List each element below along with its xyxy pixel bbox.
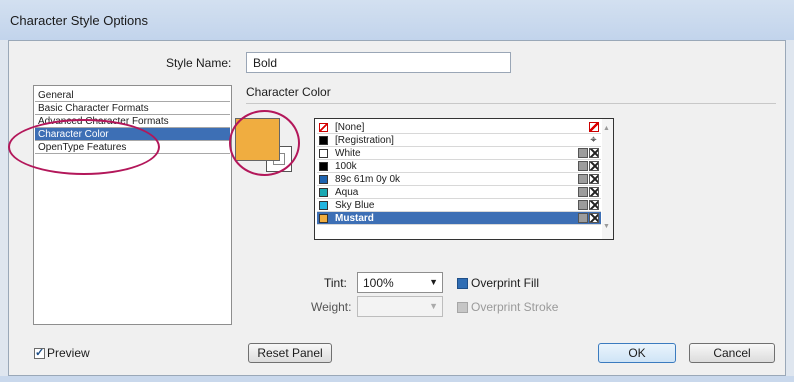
registration-swatch-chip	[319, 136, 328, 145]
highlight-circle-swatch	[229, 110, 300, 176]
none-swatch-icon	[589, 122, 599, 132]
overprint-fill-label: Overprint Fill	[471, 276, 540, 290]
color-mode-icon	[578, 148, 588, 158]
swatch-list-scrollbar[interactable]: ▲ ▼	[602, 119, 613, 239]
sky-blue-swatch-chip	[319, 201, 328, 210]
preview-checkbox[interactable]: ✓	[34, 348, 45, 359]
color-mode-icon	[578, 174, 588, 184]
chevron-down-icon: ▼	[429, 277, 438, 287]
style-name-input[interactable]: Bold	[246, 52, 511, 73]
color-mode-icon	[578, 200, 588, 210]
swatch-name: 100k	[335, 161, 357, 172]
process-color-icon	[589, 148, 599, 158]
overprint-stroke-label: Overprint Stroke	[471, 300, 559, 314]
tint-value: 100%	[363, 276, 394, 290]
window-title: Character Style Options	[10, 13, 149, 28]
process-color-icon	[589, 213, 599, 223]
scroll-down-icon[interactable]: ▼	[603, 223, 610, 230]
process-color-icon	[589, 174, 599, 184]
process-color-icon	[589, 161, 599, 171]
swatch-name: Aqua	[335, 187, 359, 198]
color-mode-icon	[578, 161, 588, 171]
section-item-general[interactable]: General	[35, 89, 230, 102]
swatch-row-none[interactable]: [None]	[317, 121, 601, 134]
cancel-button[interactable]: Cancel	[689, 343, 775, 363]
aqua-swatch-chip	[319, 188, 328, 197]
window-frame-bottom	[0, 376, 794, 382]
panel-title: Character Color	[246, 85, 331, 99]
swatch-row-89c-61m[interactable]: 89c 61m 0y 0k	[317, 173, 601, 186]
scroll-up-icon[interactable]: ▲	[603, 125, 610, 132]
tint-label: Tint:	[324, 276, 347, 290]
weight-label: Weight:	[311, 300, 352, 314]
swatch-row-mustard[interactable]: Mustard	[317, 212, 601, 225]
color-mode-icon	[578, 187, 588, 197]
preview-label: Preview	[47, 346, 90, 360]
swatch-row-white[interactable]: White	[317, 147, 601, 160]
overprint-stroke-checkbox[interactable]	[457, 302, 468, 313]
swatch-row-registration[interactable]: [Registration] ⌖	[317, 134, 601, 147]
mustard-swatch-chip	[319, 214, 328, 223]
swatch-row-sky-blue[interactable]: Sky Blue	[317, 199, 601, 212]
swatch-name: [None]	[335, 122, 365, 133]
ok-button[interactable]: OK	[598, 343, 676, 363]
swatch-list: [None] [Registration] ⌖ White 100k 89c 6…	[314, 118, 614, 240]
tint-dropdown[interactable]: 100% ▼	[357, 272, 443, 293]
reset-panel-button[interactable]: Reset Panel	[248, 343, 332, 363]
highlight-circle-section	[8, 119, 160, 175]
weight-dropdown[interactable]: ▼	[357, 296, 443, 317]
panel-divider	[246, 103, 776, 104]
section-item-basic-character-formats[interactable]: Basic Character Formats	[35, 102, 230, 115]
white-swatch-chip	[319, 149, 328, 158]
swatch-name: 89c 61m 0y 0k	[335, 174, 401, 185]
overprint-fill-checkbox[interactable]	[457, 278, 468, 289]
swatch-row-100k[interactable]: 100k	[317, 160, 601, 173]
swatch-row-aqua[interactable]: Aqua	[317, 186, 601, 199]
swatch-name: [Registration]	[335, 135, 394, 146]
style-name-label: Style Name:	[166, 56, 232, 70]
none-swatch-chip	[319, 123, 328, 132]
swatch-name: White	[335, 148, 361, 159]
black-swatch-chip	[319, 162, 328, 171]
process-color-icon	[589, 187, 599, 197]
swatch-name: Sky Blue	[335, 200, 375, 211]
swatch-name: Mustard	[335, 213, 374, 224]
blue-swatch-chip	[319, 175, 328, 184]
chevron-down-icon: ▼	[429, 301, 438, 311]
registration-icon: ⌖	[590, 134, 597, 146]
process-color-icon	[589, 200, 599, 210]
color-mode-icon	[578, 213, 588, 223]
